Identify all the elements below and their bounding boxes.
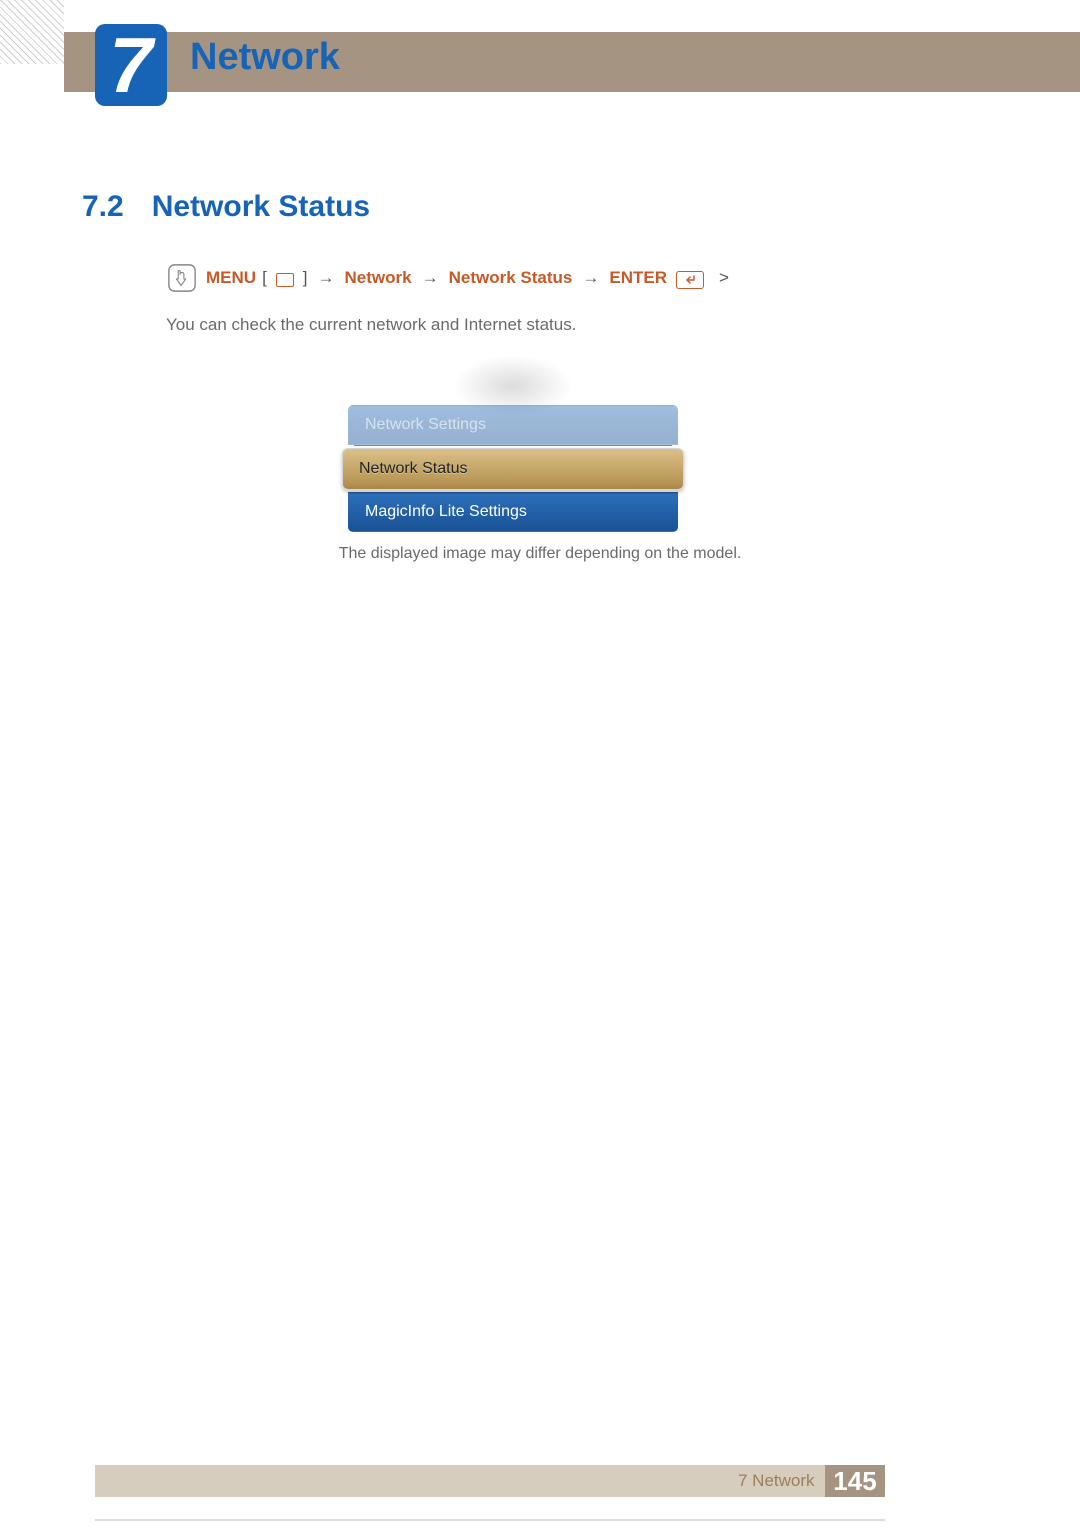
chapter-number-badge: 7 xyxy=(95,24,167,106)
menu-navigation-path: MENU [ ] → Network → Network Status → EN… xyxy=(166,262,729,294)
page-number-badge: 145 xyxy=(825,1465,885,1497)
enter-label: ENTER xyxy=(609,268,667,288)
footer-bar xyxy=(95,1465,825,1497)
nav-item-network-status: Network Status xyxy=(449,268,573,288)
bracket-open: [ xyxy=(262,268,267,288)
corner-hatch-decoration xyxy=(0,0,64,64)
arrow-icon: → xyxy=(318,268,335,288)
osd-item-magicinfo-lite-settings: MagicInfo Lite Settings xyxy=(348,492,678,532)
osd-menu-screenshot: Network Settings Network Status MagicInf… xyxy=(348,355,678,482)
image-caption: The displayed image may differ depending… xyxy=(0,545,1080,563)
chapter-title: Network xyxy=(190,36,340,79)
section-heading: 7.2 Network Status xyxy=(82,190,998,224)
section-title: Network Status xyxy=(152,190,370,224)
greater-than: > xyxy=(719,268,729,288)
nav-item-network: Network xyxy=(345,268,412,288)
menu-label: MENU xyxy=(206,268,256,288)
osd-item-label: Network Settings xyxy=(365,416,486,434)
arrow-icon: → xyxy=(582,268,599,288)
bracket-close: ] xyxy=(303,268,308,288)
section-description: You can check the current network and In… xyxy=(166,315,576,335)
footer-rule xyxy=(95,1519,885,1521)
enter-button-icon xyxy=(676,271,704,289)
osd-item-label: MagicInfo Lite Settings xyxy=(365,503,527,521)
osd-item-network-settings: Network Settings xyxy=(348,405,678,445)
hand-pointer-icon xyxy=(166,262,198,294)
osd-menu-list: Network Settings Network Status MagicInf… xyxy=(348,405,678,532)
osd-separator xyxy=(354,445,672,446)
remote-button-icon xyxy=(276,273,294,287)
section-number: 7.2 xyxy=(82,190,124,224)
osd-item-network-status: Network Status xyxy=(342,448,684,490)
osd-item-label: Network Status xyxy=(359,460,467,478)
arrow-icon: → xyxy=(422,268,439,288)
footer-chapter-label: 7 Network xyxy=(738,1471,815,1491)
